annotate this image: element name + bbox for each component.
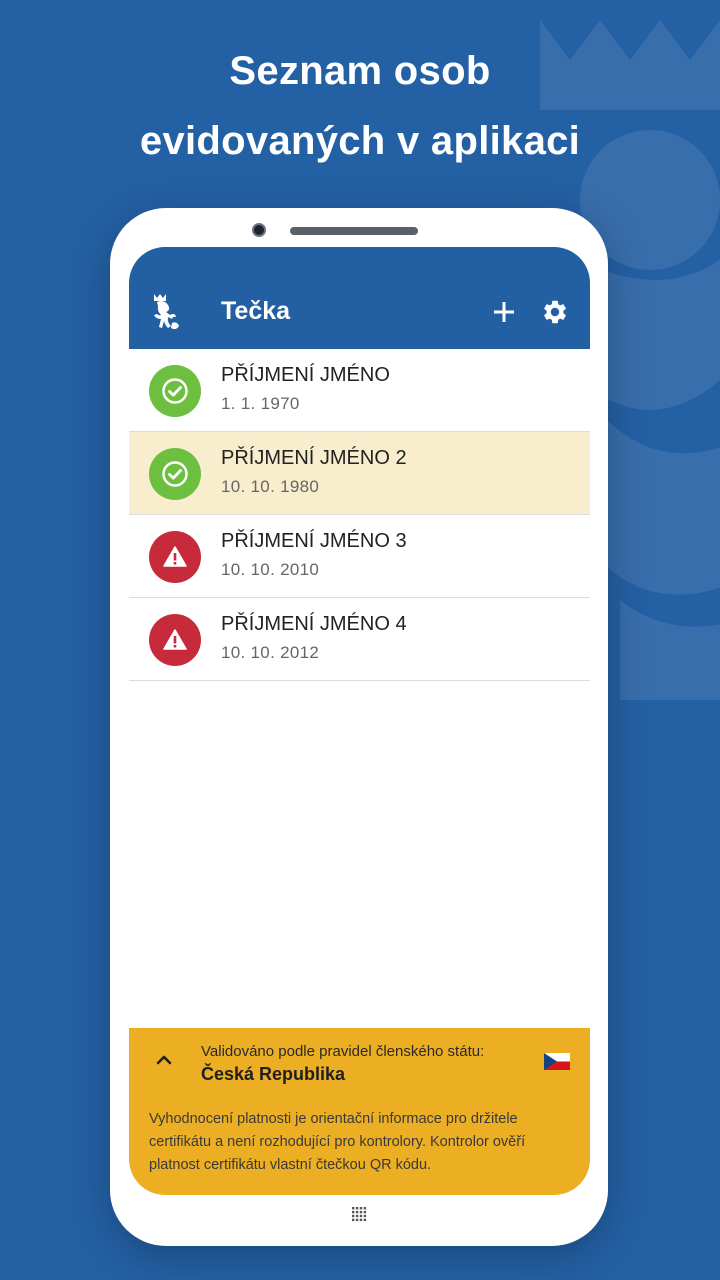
list-item[interactable]: PŘÍJMENÍ JMÉNO 4 10. 10. 2012 [129, 598, 590, 681]
list-item[interactable]: PŘÍJMENÍ JMÉNO 1. 1. 1970 [129, 349, 590, 432]
valid-status-badge [149, 365, 201, 417]
person-name: PŘÍJMENÍ JMÉNO 3 [221, 530, 407, 552]
person-birthdate: 1. 1. 1970 [221, 394, 300, 413]
plus-icon[interactable] [491, 299, 517, 325]
app-bar: Tečka [129, 247, 590, 349]
phone-speaker [290, 227, 418, 235]
list-item[interactable]: PŘÍJMENÍ JMÉNO 2 10. 10. 1980 [129, 432, 590, 515]
promo-headline: Seznam osob evidovaných v aplikaci [0, 36, 720, 176]
app-drawer-icon[interactable] [351, 1206, 367, 1222]
phone-frame: Tečka PŘÍJMENÍ JMÉNO 1. 1. 1970 PŘÍJMENÍ… [110, 208, 608, 1246]
app-title: Tečka [221, 297, 291, 325]
gear-icon[interactable] [541, 298, 569, 326]
validated-by-label: Validováno podle pravidel členského stát… [201, 1043, 485, 1060]
disclaimer-text: Vyhodnocení platnosti je orientační info… [149, 1111, 526, 1173]
list-item[interactable]: PŘÍJMENÍ JMÉNO 3 10. 10. 2010 [129, 515, 590, 598]
validation-footer: Validováno podle pravidel členského stát… [129, 1028, 590, 1195]
app-screen: Tečka PŘÍJMENÍ JMÉNO 1. 1. 1970 PŘÍJMENÍ… [129, 247, 590, 1195]
czech-flag-icon [544, 1053, 570, 1070]
person-birthdate: 10. 10. 2010 [221, 560, 320, 579]
country-name: Česká Republika [201, 1064, 346, 1084]
check-icon [162, 461, 188, 487]
valid-status-badge [149, 448, 201, 500]
person-birthdate: 10. 10. 2012 [221, 643, 320, 662]
invalid-status-badge [149, 614, 201, 666]
warning-icon [163, 546, 187, 567]
person-name: PŘÍJMENÍ JMÉNO [221, 364, 390, 386]
person-name: PŘÍJMENÍ JMÉNO 2 [221, 447, 407, 469]
invalid-status-badge [149, 531, 201, 583]
person-name: PŘÍJMENÍ JMÉNO 4 [221, 613, 407, 635]
check-icon [162, 378, 188, 404]
person-list: PŘÍJMENÍ JMÉNO 1. 1. 1970 PŘÍJMENÍ JMÉNO… [129, 349, 590, 681]
warning-icon [163, 629, 187, 650]
chevron-up-icon[interactable] [153, 1052, 175, 1068]
headline-line-2: evidovaných v aplikaci [139, 119, 581, 163]
person-birthdate: 10. 10. 1980 [221, 477, 320, 496]
headline-line-1: Seznam osob [229, 49, 491, 93]
front-camera [252, 223, 266, 237]
czech-lion-emblem-icon [154, 294, 179, 330]
